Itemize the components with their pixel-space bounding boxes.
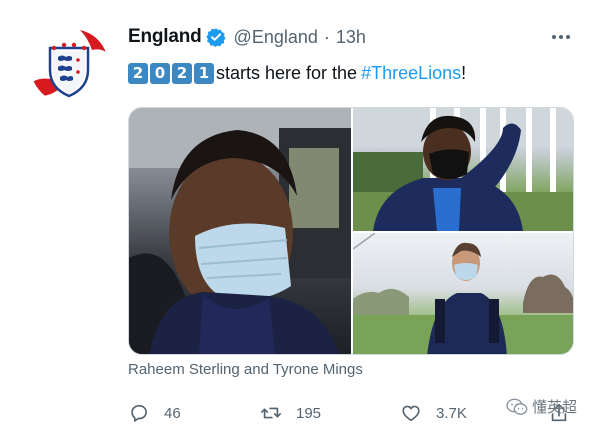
hashtag-link[interactable]: #ThreeLions xyxy=(361,63,461,84)
reply-count: 46 xyxy=(164,404,181,422)
avatar[interactable] xyxy=(30,26,108,104)
heart-icon xyxy=(400,402,422,424)
retweet-button[interactable]: 195 xyxy=(260,398,321,428)
tweet-card: England @England · 13h 2 0 2 1 starts he… xyxy=(0,0,600,435)
like-count: 3.7K xyxy=(436,404,467,422)
reply-button[interactable]: 46 xyxy=(128,398,181,428)
retweet-icon xyxy=(260,402,282,424)
like-button[interactable]: 3.7K xyxy=(400,398,467,428)
tweet-text: 2 0 2 1 starts here for the #ThreeLions … xyxy=(128,60,466,86)
more-options-icon[interactable] xyxy=(548,26,574,48)
keycap-digit: 2 xyxy=(128,62,148,84)
media-caption: Raheem Sterling and Tyrone Mings xyxy=(128,361,363,378)
display-name[interactable]: England xyxy=(128,26,202,48)
reply-icon xyxy=(128,402,150,424)
player-walking-photo[interactable] xyxy=(353,233,573,354)
user-handle[interactable]: @England xyxy=(234,27,318,48)
tweet-header: England @England · 13h xyxy=(128,24,366,50)
keycap-digit: 2 xyxy=(172,62,192,84)
media-grid xyxy=(128,107,574,355)
keycap-digit: 1 xyxy=(194,62,214,84)
player-in-mask-photo[interactable] xyxy=(353,108,573,231)
retweet-count: 195 xyxy=(296,404,322,422)
tweet-timestamp[interactable]: 13h xyxy=(336,27,366,48)
three-lions-crest-icon xyxy=(30,26,108,104)
separator-dot: · xyxy=(323,26,330,47)
wechat-icon xyxy=(506,398,528,416)
watermark-text: 懂英超 xyxy=(532,398,578,416)
verified-badge-icon xyxy=(205,27,226,47)
tweet-text-end: ! xyxy=(461,62,467,83)
player-close-up-photo[interactable] xyxy=(129,108,351,354)
tweet-text-body: starts here for the xyxy=(216,62,358,83)
keycap-digit: 0 xyxy=(150,62,170,84)
watermark: 懂英超 xyxy=(506,396,577,417)
